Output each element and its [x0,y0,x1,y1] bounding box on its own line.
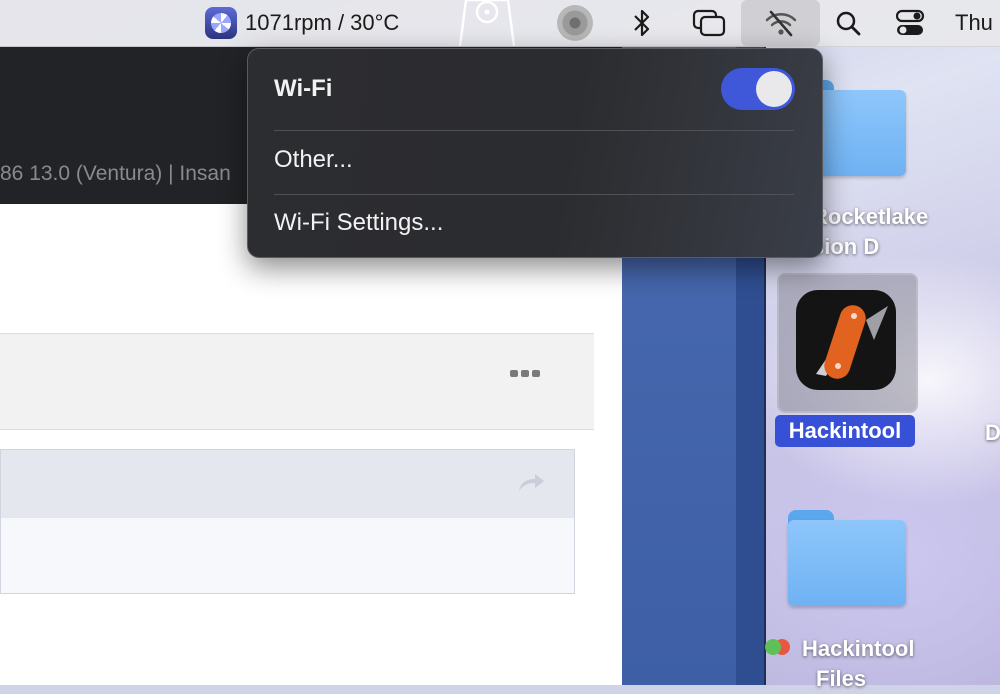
folder-label-line2: Files [816,666,867,691]
fan-icon [205,7,237,39]
folder-label-line1: Hackintool [802,636,915,661]
spotlight-search-icon[interactable] [830,0,866,46]
folder-icon-hackintool-files[interactable] [788,510,906,606]
folder-label-line1: Rocketlake [812,204,929,229]
menubar-clock[interactable]: Thu [955,0,1000,46]
share-icon[interactable] [517,472,545,492]
more-options-icon[interactable] [510,370,540,377]
screen-mirroring-icon[interactable] [688,0,730,46]
toggle-knob [756,71,792,107]
wifi-toggle[interactable] [721,68,795,110]
wifi-menu: Wi-Fi Other... Wi-Fi Settings... [247,48,823,258]
hackintool-app-icon[interactable] [796,290,896,390]
wifi-off-icon[interactable] [741,0,820,46]
speaker-icon [458,0,516,46]
fan-status-menu[interactable]: 1071rpm / 30°C [205,0,399,46]
menu-divider [274,130,794,131]
disc-icon[interactable] [555,0,595,46]
clock-text: Thu [955,10,993,35]
menu-item-other[interactable]: Other... [274,146,353,174]
folder-label-hackintool-files[interactable]: Hackintool Files [802,634,914,694]
control-center-icon[interactable] [890,0,930,46]
browser-page-title: 86 13.0 (Ventura) | Insan [0,162,231,185]
quote-box [0,449,575,594]
bluetooth-icon[interactable] [625,0,659,46]
monitor-menu-icon[interactable] [452,0,522,46]
pocketknife-icon [816,305,888,379]
post-header [0,333,594,430]
quote-header [1,450,574,518]
browser-content [0,204,622,685]
menu-bar: 1071rpm / 30°C Thu [0,0,1000,47]
menu-divider [274,194,794,195]
folder-label-line2: sion D [812,234,880,259]
wifi-menu-title: Wi-Fi [274,75,333,102]
menu-item-wifi-settings[interactable]: Wi-Fi Settings... [274,209,443,237]
partial-desktop-label[interactable]: D [985,418,1000,448]
tag-dots-icon [765,639,790,655]
hackintool-app-label[interactable]: Hackintool [775,415,915,447]
fan-status-text: 1071rpm / 30°C [245,10,400,35]
folder-label-rocketlake[interactable]: Rocketlake sion D [812,202,928,262]
